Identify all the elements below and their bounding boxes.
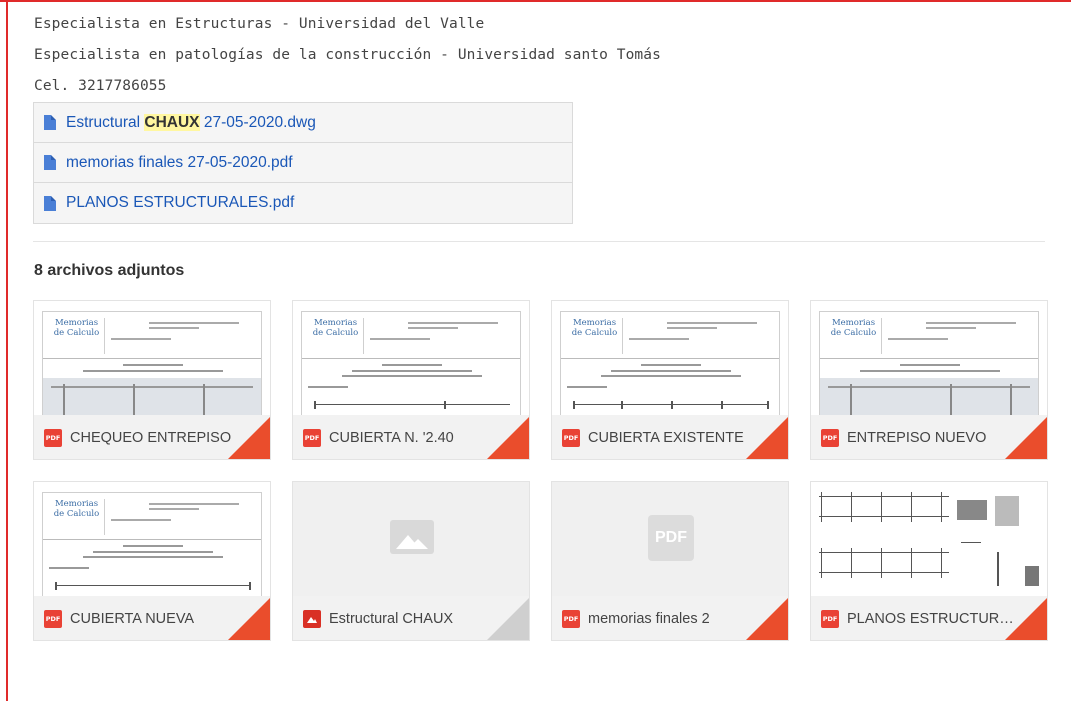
frame-left-border — [6, 0, 8, 701]
email-signature: Especialista en Estructuras - Universida… — [34, 14, 661, 107]
pdf-icon: PDF — [303, 429, 321, 447]
inline-attachment-name: Estructural CHAUX 27-05-2020.dwg — [66, 113, 316, 131]
frame-top-border — [0, 0, 1071, 2]
attachment-thumbnail: Memorias de Calculo — [811, 301, 1047, 415]
attachment-thumbnail: Memorias de Calculo — [552, 301, 788, 415]
inline-attachment-link[interactable]: memorias finales 27-05-2020.pdf — [34, 143, 572, 183]
attachment-card[interactable]: Memorias de Calculo PDF ENTREPISO NUEVO — [810, 300, 1048, 460]
attachment-thumbnail: Memorias de Calculo — [34, 482, 270, 596]
attachment-thumbnail: Memorias de Calculo — [34, 301, 270, 415]
pdf-placeholder-icon: PDF — [648, 515, 694, 561]
fold-corner-icon — [746, 417, 788, 459]
inline-attachment-name: memorias finales 27-05-2020.pdf — [66, 153, 293, 171]
fold-corner-icon — [228, 417, 270, 459]
attachment-card[interactable]: Estructural CHAUX — [292, 481, 530, 641]
attachment-thumbnail: Memorias de Calculo — [293, 301, 529, 415]
pdf-icon: PDF — [821, 429, 839, 447]
image-placeholder-icon — [390, 520, 434, 554]
attachment-filename: PLANOS ESTRUCTURALES — [847, 611, 1022, 627]
attachment-filename: CUBIERTA N. '2.40 — [329, 430, 454, 446]
pdf-icon: PDF — [44, 429, 62, 447]
attachment-filename: CUBIERTA NUEVA — [70, 611, 195, 627]
fold-corner-icon — [1005, 598, 1047, 640]
fold-corner-icon — [487, 417, 529, 459]
attachment-card[interactable]: Memorias de Calculo PDF CUBIERTA NUEVA — [33, 481, 271, 641]
attachment-card[interactable]: Memorias de Calculo PDF CUBIERTA N. '2.40 — [292, 300, 530, 460]
attachment-thumbnail — [811, 482, 1047, 596]
signature-line: Especialista en Estructuras - Universida… — [34, 16, 485, 32]
attachment-filename: ENTREPISO NUEVO — [847, 430, 987, 446]
attachment-card[interactable]: PDF PDF memorias finales 2 — [551, 481, 789, 641]
search-highlight: CHAUX — [144, 113, 200, 131]
pdf-icon: PDF — [562, 610, 580, 628]
file-icon — [44, 115, 56, 130]
section-divider — [33, 241, 1045, 242]
attachment-thumbnail — [293, 482, 529, 596]
attachment-card[interactable]: PDF PLANOS ESTRUCTURALES — [810, 481, 1048, 641]
attachment-thumbnail: PDF — [552, 482, 788, 596]
pdf-icon: PDF — [44, 610, 62, 628]
file-icon — [44, 155, 56, 170]
pdf-icon: PDF — [821, 610, 839, 628]
inline-attachment-link[interactable]: Estructural CHAUX 27-05-2020.dwg — [34, 103, 572, 143]
file-icon — [44, 195, 56, 211]
signature-line: Especialista en patologías de la constru… — [34, 47, 661, 63]
fold-corner-icon — [1005, 417, 1047, 459]
fold-corner-icon — [228, 598, 270, 640]
inline-attachment-name: PLANOS ESTRUCTURALES.pdf — [66, 194, 295, 211]
attachment-filename: CUBIERTA EXISTENTE — [588, 430, 744, 446]
attachment-card[interactable]: Memorias de Calculo PDF CHEQUEO ENTREPISO — [33, 300, 271, 460]
attachment-filename: Estructural CHAUX — [329, 611, 454, 627]
attachment-filename: memorias finales 2 — [588, 611, 710, 627]
image-file-icon — [303, 610, 321, 628]
fold-corner-icon — [487, 598, 529, 640]
structural-plan-preview — [811, 482, 1047, 596]
fold-corner-icon — [746, 598, 788, 640]
inline-attachment-link[interactable]: PLANOS ESTRUCTURALES.pdf — [34, 183, 572, 223]
attachment-card[interactable]: Memorias de Calculo PDF CUBIERTA EXISTENT… — [551, 300, 789, 460]
attachment-filename: CHEQUEO ENTREPISO — [70, 430, 232, 446]
pdf-icon: PDF — [562, 429, 580, 447]
attachments-heading: 8 archivos adjuntos — [34, 262, 185, 279]
inline-attachment-list: Estructural CHAUX 27-05-2020.dwg memoria… — [33, 102, 573, 224]
